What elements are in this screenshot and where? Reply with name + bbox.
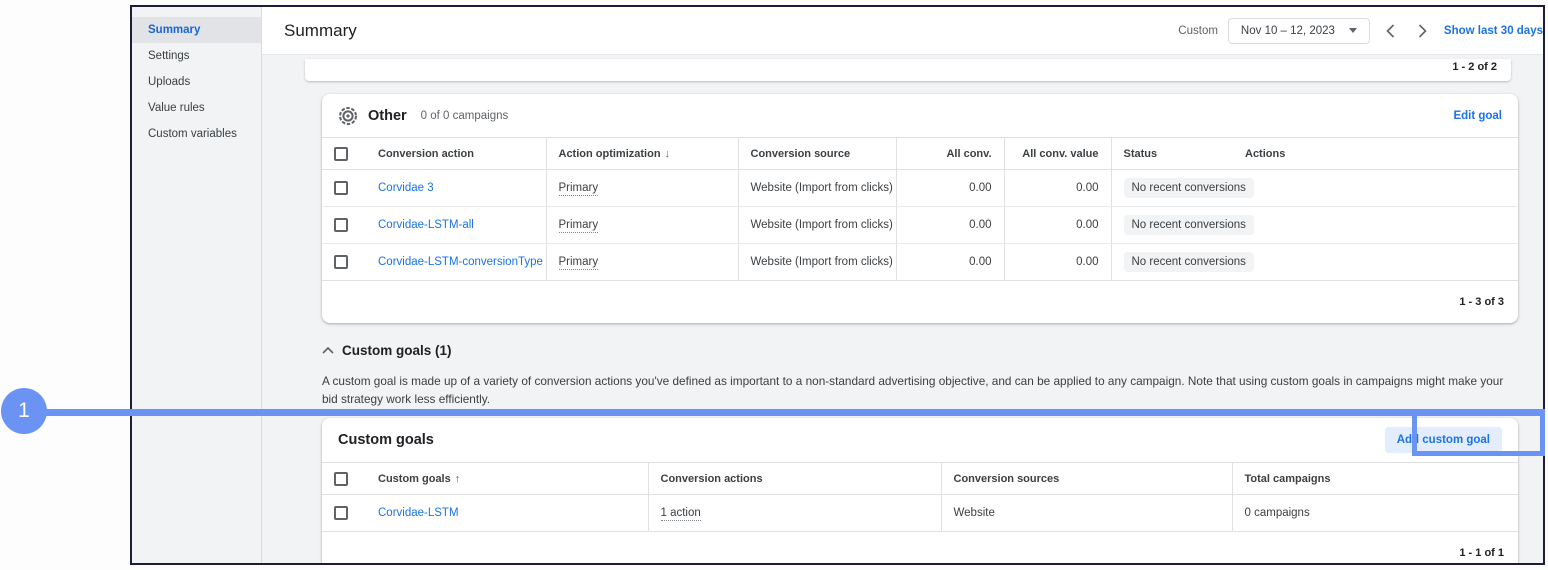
row-checkbox[interactable] xyxy=(334,506,348,520)
status-badge: No recent conversions xyxy=(1124,252,1254,272)
main-area: Summary Custom Nov 10 – 12, 2023 Show la… xyxy=(262,7,1543,563)
action-optimization-cell: Primary xyxy=(546,207,738,244)
col-actions: Actions xyxy=(1233,138,1518,170)
all-conv-cell: 0.00 xyxy=(896,207,1004,244)
row-checkbox[interactable] xyxy=(334,181,348,195)
table-row: Corvidae-LSTM-conversionType Primary Web… xyxy=(322,244,1518,281)
status-cell: No recent conversions xyxy=(1111,170,1518,207)
custom-goal-link[interactable]: Corvidae-LSTM xyxy=(366,495,648,532)
page-title: Summary xyxy=(284,21,357,41)
col-total-campaigns[interactable]: Total campaigns xyxy=(1232,463,1518,495)
pagination-other-table: 1 - 3 of 3 xyxy=(1459,296,1504,308)
col-all-conv-value[interactable]: All conv. value xyxy=(1004,138,1111,170)
status-cell: No recent conversions xyxy=(1111,244,1518,281)
row-checkbox[interactable] xyxy=(334,218,348,232)
all-conv-value-cell: 0.00 xyxy=(1004,170,1111,207)
date-controls: Custom Nov 10 – 12, 2023 Show last 30 da… xyxy=(1178,18,1543,44)
table-row: Corvidae-LSTM-all Primary Website (Impor… xyxy=(322,207,1518,244)
status-badge: No recent conversions xyxy=(1124,215,1254,235)
other-card-subtitle: 0 of 0 campaigns xyxy=(421,110,509,122)
custom-goals-table: Custom goals↑ Conversion actions Convers… xyxy=(322,462,1518,532)
sort-ascending-icon: ↑ xyxy=(455,473,461,485)
next-period-button[interactable] xyxy=(1412,20,1434,42)
sidebar-item-settings[interactable]: Settings xyxy=(132,43,261,69)
col-conversion-action[interactable]: Conversion action xyxy=(366,138,546,170)
col-conversion-actions[interactable]: Conversion actions xyxy=(648,463,941,495)
conversion-source-cell: Website (Import from clicks) xyxy=(738,170,896,207)
annotation-connector-line xyxy=(40,409,1545,416)
col-conversion-source[interactable]: Conversion source xyxy=(738,138,896,170)
sidebar-item-value-rules[interactable]: Value rules xyxy=(132,95,261,121)
col-all-conv[interactable]: All conv. xyxy=(896,138,1004,170)
col-status[interactable]: Status xyxy=(1111,138,1233,170)
conversion-action-link[interactable]: Corvidae 3 xyxy=(366,170,546,207)
custom-goals-card-title: Custom goals xyxy=(338,432,434,448)
other-card-title: Other xyxy=(368,108,407,124)
pagination-custom-goals: 1 - 1 of 1 xyxy=(1459,547,1504,559)
show-last-30-days-link[interactable]: Show last 30 days xyxy=(1444,25,1543,37)
all-conv-value-cell: 0.00 xyxy=(1004,244,1111,281)
table-row: Corvidae 3 Primary Website (Import from … xyxy=(322,170,1518,207)
chevron-up-icon xyxy=(322,341,334,359)
action-optimization-cell: Primary xyxy=(546,244,738,281)
all-conv-value-cell: 0.00 xyxy=(1004,207,1111,244)
other-card-footer: 1 - 3 of 3 xyxy=(322,281,1518,323)
conversion-source-cell: Website (Import from clicks) xyxy=(738,244,896,281)
select-all-checkbox[interactable] xyxy=(334,147,348,161)
app-window: Summary Settings Uploads Value rules Cus… xyxy=(130,5,1545,565)
goal-bullseye-icon xyxy=(338,106,358,126)
sidebar-item-uploads[interactable]: Uploads xyxy=(132,69,261,95)
other-card-header: Other 0 of 0 campaigns Edit goal xyxy=(322,94,1518,137)
caret-down-icon xyxy=(1349,28,1357,33)
previous-period-button[interactable] xyxy=(1380,20,1402,42)
sidebar-item-summary[interactable]: Summary xyxy=(132,17,261,43)
sort-descending-icon: ↓ xyxy=(665,148,671,160)
sidebar-item-custom-variables[interactable]: Custom variables xyxy=(132,121,261,147)
previous-card-bottom: 1 - 2 of 2 xyxy=(305,59,1511,81)
custom-goals-card: Custom goals Add custom goal Custom goal… xyxy=(322,418,1518,563)
conversion-source-cell: Website (Import from clicks) xyxy=(738,207,896,244)
all-conv-cell: 0.00 xyxy=(896,170,1004,207)
date-range-dropdown[interactable]: Nov 10 – 12, 2023 xyxy=(1228,18,1370,44)
date-range-value: Nov 10 – 12, 2023 xyxy=(1241,25,1335,37)
annotation-step-marker: 1 xyxy=(1,388,47,434)
table-header-row: Conversion action Action optimization↓ C… xyxy=(322,138,1518,170)
content-area: 1 - 2 of 2 Other 0 of 0 campaigns xyxy=(262,55,1543,563)
custom-goals-heading: Custom goals (1) xyxy=(342,343,452,358)
row-checkbox[interactable] xyxy=(334,255,348,269)
conversion-action-link[interactable]: Corvidae-LSTM-all xyxy=(366,207,546,244)
col-conversion-sources[interactable]: Conversion sources xyxy=(941,463,1232,495)
col-custom-goals[interactable]: Custom goals↑ xyxy=(366,463,648,495)
status-cell: No recent conversions xyxy=(1111,207,1518,244)
conversion-actions-cell: 1 action xyxy=(648,495,941,532)
col-action-optimization[interactable]: Action optimization↓ xyxy=(546,138,738,170)
sidebar: Summary Settings Uploads Value rules Cus… xyxy=(132,7,262,563)
action-optimization-cell: Primary xyxy=(546,170,738,207)
annotation-highlight-box xyxy=(1412,409,1545,456)
all-conv-cell: 0.00 xyxy=(896,244,1004,281)
table-header-row: Custom goals↑ Conversion actions Convers… xyxy=(322,463,1518,495)
total-campaigns-cell: 0 campaigns xyxy=(1232,495,1518,532)
custom-goals-card-footer: 1 - 1 of 1 xyxy=(322,532,1518,563)
table-row: Corvidae-LSTM 1 action Website 0 campaig… xyxy=(322,495,1518,532)
custom-goals-description: A custom goal is made up of a variety of… xyxy=(322,372,1518,408)
edit-goal-link[interactable]: Edit goal xyxy=(1453,110,1502,122)
conversion-sources-cell: Website xyxy=(941,495,1232,532)
custom-goals-section-toggle[interactable]: Custom goals (1) xyxy=(322,341,1518,359)
conversion-actions-table: Conversion action Action optimization↓ C… xyxy=(322,137,1518,281)
conversion-action-link[interactable]: Corvidae-LSTM-conversionType xyxy=(366,244,546,281)
other-goal-card: Other 0 of 0 campaigns Edit goal Con xyxy=(322,94,1518,323)
annotation-step-number: 1 xyxy=(18,399,30,423)
screenshot-canvas: Summary Settings Uploads Value rules Cus… xyxy=(0,0,1548,570)
page-header: Summary Custom Nov 10 – 12, 2023 Show la… xyxy=(262,7,1543,55)
select-all-checkbox[interactable] xyxy=(334,472,348,486)
date-mode-label: Custom xyxy=(1178,25,1218,37)
pagination-top-card: 1 - 2 of 2 xyxy=(1452,61,1497,73)
status-badge: No recent conversions xyxy=(1124,178,1254,198)
custom-goals-card-header: Custom goals Add custom goal xyxy=(322,418,1518,462)
